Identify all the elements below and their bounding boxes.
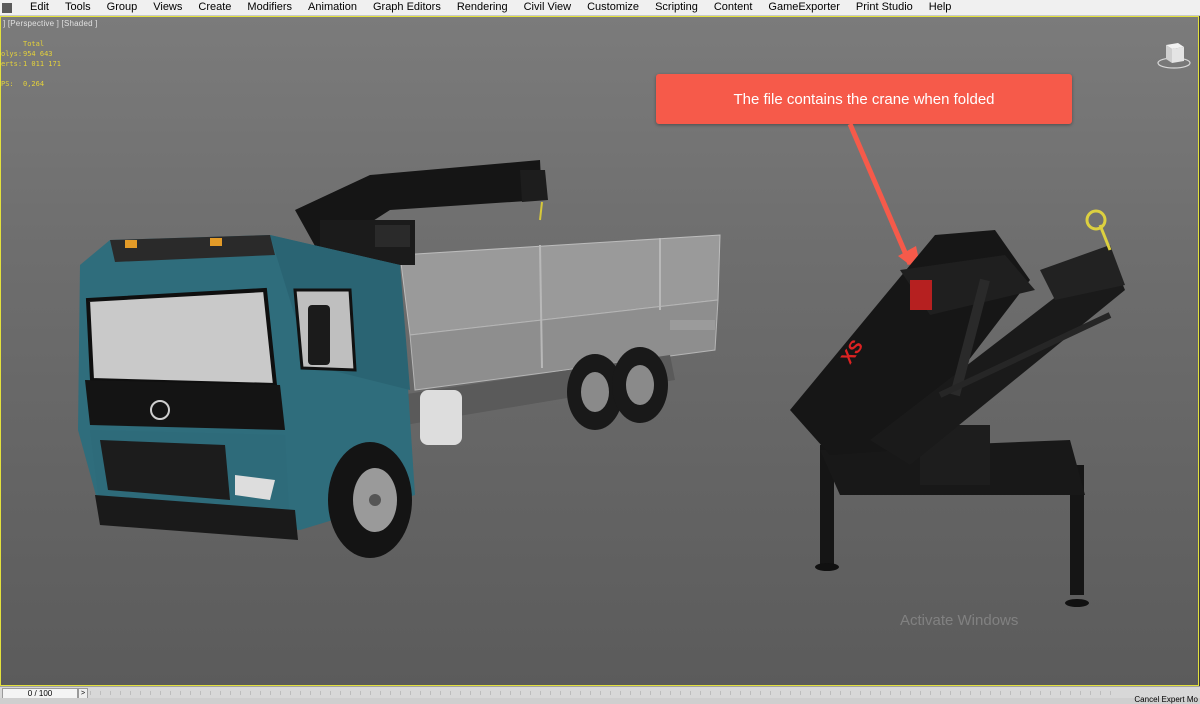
status-bar: Cancel Expert Mo [0, 695, 1200, 704]
stats-fps-key: PS: [1, 80, 14, 88]
menu-animation[interactable]: Animation [300, 0, 365, 15]
viewport-label[interactable]: ] [Perspective ] [Shaded ] [3, 19, 98, 28]
stats-polys-value: 954 643 [23, 50, 53, 58]
stats-header: Total [23, 40, 45, 48]
crane-model[interactable]: XS [780, 195, 1140, 615]
menu-customize[interactable]: Customize [579, 0, 647, 15]
activate-windows-watermark: Activate Windows [900, 612, 1019, 629]
menu-civil-view[interactable]: Civil View [516, 0, 579, 15]
annotation-callout: The file contains the crane when folded [656, 74, 1072, 124]
menu-group[interactable]: Group [99, 0, 146, 15]
stats-verts-value: 1 011 171 [23, 60, 61, 68]
menu-rendering[interactable]: Rendering [449, 0, 516, 15]
menu-help[interactable]: Help [921, 0, 960, 15]
menu-gameexporter[interactable]: GameExporter [760, 0, 848, 15]
timeline-track[interactable] [90, 691, 1120, 695]
truck-model[interactable] [70, 140, 730, 570]
menu-modifiers[interactable]: Modifiers [239, 0, 300, 15]
stats-polys-key: olys: [1, 50, 23, 58]
viewcube-icon[interactable] [1156, 37, 1192, 71]
stats-fps-value: 0,264 [23, 80, 45, 88]
menu-content[interactable]: Content [706, 0, 761, 15]
menu-create[interactable]: Create [190, 0, 239, 15]
menu-edit[interactable]: Edit [22, 0, 57, 15]
menu-scripting[interactable]: Scripting [647, 0, 706, 15]
scene-statistics: Total olys: 954 643 erts: 1 011 171 PS: 0,2… [1, 39, 61, 89]
menu-bar: Edit Tools Group Views Create Modifiers … [0, 0, 1200, 16]
menu-graph-editors[interactable]: Graph Editors [365, 0, 449, 15]
stats-verts-key: erts: [1, 60, 23, 68]
callout-text: The file contains the crane when folded [733, 90, 995, 108]
cancel-expert-mode-button[interactable]: Cancel Expert Mo [1134, 695, 1198, 704]
menu-views[interactable]: Views [145, 0, 190, 15]
menu-tools[interactable]: Tools [57, 0, 99, 15]
app-menu-icon[interactable] [2, 2, 12, 13]
menu-print-studio[interactable]: Print Studio [848, 0, 921, 15]
